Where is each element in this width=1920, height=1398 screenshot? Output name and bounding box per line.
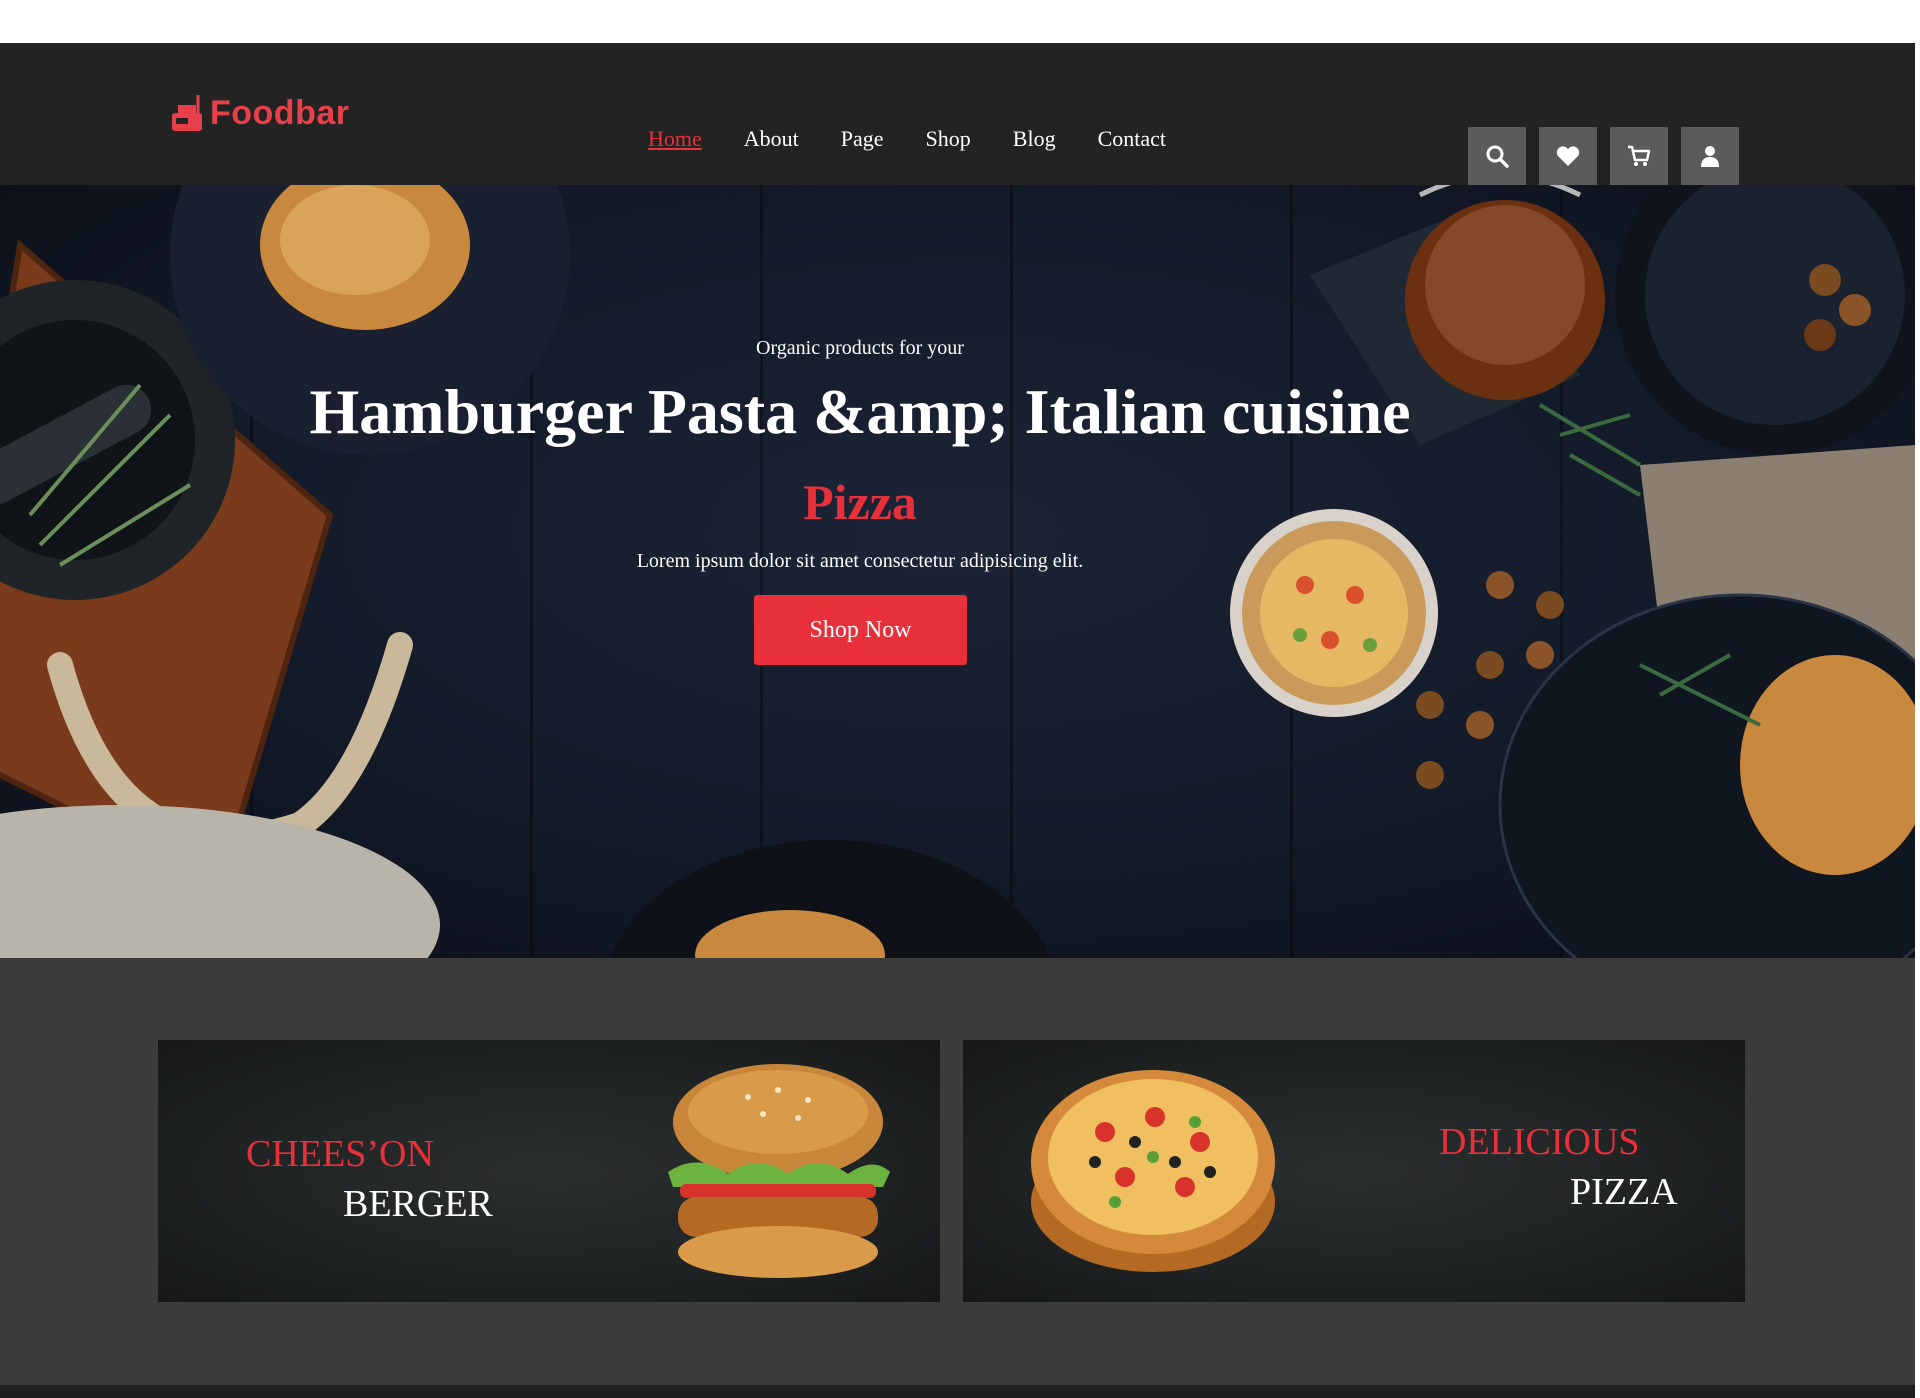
page: Foodbar Home About Page Shop Blog Contac… bbox=[0, 0, 1920, 1398]
search-button[interactable] bbox=[1468, 127, 1526, 185]
promo-line1: DELICIOUS bbox=[1439, 1121, 1640, 1163]
hero-accent-text: Pizza bbox=[803, 474, 917, 530]
nav-contact[interactable]: Contact bbox=[1098, 126, 1166, 152]
brand-name: Foodbar bbox=[210, 93, 350, 132]
promo-card-burger[interactable]: CHEES’ON BERGER bbox=[158, 1040, 940, 1302]
account-button[interactable] bbox=[1681, 127, 1739, 185]
promo-card-pizza[interactable]: DELICIOUS PIZZA bbox=[963, 1040, 1745, 1302]
wishlist-button[interactable] bbox=[1539, 127, 1597, 185]
heart-icon bbox=[1556, 146, 1580, 166]
navbar: Foodbar Home About Page Shop Blog Contac… bbox=[0, 43, 1915, 185]
nav-about[interactable]: About bbox=[744, 126, 799, 152]
pizza-image bbox=[1031, 1070, 1275, 1272]
search-icon bbox=[1486, 145, 1509, 168]
food-truck-icon bbox=[172, 95, 202, 131]
hero-description: Lorem ipsum dolor sit amet consectetur a… bbox=[636, 550, 1084, 572]
nav-icon-group bbox=[1468, 127, 1739, 185]
hero-banner: Organic products for your Hamburger Past… bbox=[0, 185, 1915, 958]
burger-image bbox=[668, 1064, 890, 1278]
nav-page[interactable]: Page bbox=[841, 126, 884, 152]
cart-icon bbox=[1628, 145, 1651, 166]
nav-blog[interactable]: Blog bbox=[1013, 126, 1056, 152]
footer-strip bbox=[0, 1385, 1915, 1398]
logo[interactable]: Foodbar bbox=[168, 85, 349, 141]
cart-button[interactable] bbox=[1610, 127, 1668, 185]
promo-section: CHEES’ON BERGER DELICIOUS PIZZA bbox=[0, 958, 1915, 1385]
shop-now-button[interactable]: Shop Now bbox=[754, 595, 967, 665]
nav-shop[interactable]: Shop bbox=[926, 126, 971, 152]
hero-subtitle: Organic products for your bbox=[756, 337, 964, 359]
user-icon bbox=[1701, 146, 1719, 167]
promo-line2: PIZZA bbox=[1570, 1171, 1678, 1213]
hero-title: Hamburger Pasta &amp; Italian cuisine bbox=[309, 376, 1411, 447]
promo-line1: CHEES’ON bbox=[246, 1133, 434, 1175]
promo-line2: BERGER bbox=[343, 1183, 493, 1225]
main-nav: Home About Page Shop Blog Contact bbox=[648, 126, 1166, 152]
nav-home[interactable]: Home bbox=[648, 126, 702, 152]
